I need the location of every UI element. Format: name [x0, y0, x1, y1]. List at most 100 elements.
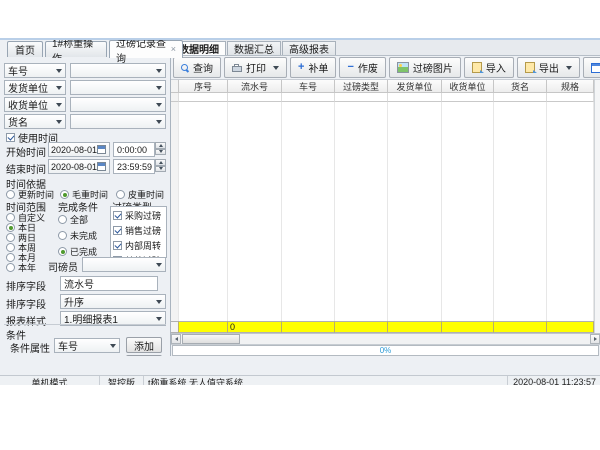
- col-seq[interactable]: 序号: [179, 80, 228, 93]
- data-grid: 序号 流水号 车号 过磅类型 发货单位 收货单位 货名 规格: [171, 80, 600, 334]
- chevron-down-icon: [273, 66, 279, 70]
- radio-icon: [58, 215, 67, 224]
- tab-weighing-operation[interactable]: 1#称重操作: [45, 41, 107, 57]
- weigh-type-box: 采购过磅 销售过磅 内部周转 其他过磅: [110, 206, 167, 258]
- field1-value-select[interactable]: [70, 63, 166, 78]
- checkbox-internal-transfer[interactable]: 内部周转: [113, 239, 166, 252]
- supplement-label: 补单: [308, 60, 328, 75]
- weigh-photos-button[interactable]: 过磅图片: [389, 57, 461, 78]
- checkbox-sales-weigh[interactable]: 销售过磅: [113, 224, 166, 237]
- col-weigh-type[interactable]: 过磅类型: [335, 80, 388, 93]
- radio-label: 本年: [18, 261, 36, 274]
- import-button[interactable]: 导入: [464, 57, 514, 78]
- delete-button-label: 删除: [134, 356, 154, 357]
- field3-value-select[interactable]: [70, 97, 166, 112]
- field2-value-select[interactable]: [70, 80, 166, 95]
- row-indicator-header: [171, 80, 179, 93]
- scrollbar-thumb[interactable]: [182, 334, 240, 344]
- status-edition: 智控版: [100, 376, 144, 385]
- import-label: 导入: [486, 60, 506, 75]
- col-goods[interactable]: 货名: [494, 80, 547, 93]
- query-button[interactable]: 查询: [173, 57, 221, 78]
- main-panel: 数据明细 数据汇总 高级报表 查询 打印 +补单 −作废 过磅图片 导入 导出 …: [171, 40, 600, 356]
- tab-record-query[interactable]: 过磅记录查询 ×: [109, 40, 183, 58]
- end-time-input[interactable]: 23:59:59: [113, 159, 155, 174]
- query-label: 查询: [193, 60, 213, 75]
- export-icon: [525, 62, 535, 73]
- chevron-down-icon: [156, 300, 162, 304]
- checkbox-label: 采购过磅: [125, 209, 161, 222]
- end-time-spinner[interactable]: [155, 159, 166, 172]
- filter-panel: 车号 发货单位 收货单位 货名 使用时间 开始时间 2020-08-01 0:0…: [0, 58, 171, 356]
- tab-home[interactable]: 首页: [7, 41, 43, 57]
- subtab-label: 数据明细: [179, 41, 219, 56]
- export-button[interactable]: 导出: [517, 57, 580, 78]
- add-condition-button[interactable]: 添加: [126, 337, 162, 353]
- condition-attr-label: 条件属性: [10, 340, 50, 355]
- start-time-value: 0:00:00: [117, 145, 147, 155]
- field1-name-select[interactable]: 车号: [4, 63, 66, 78]
- scroll-left-arrow[interactable]: [171, 334, 181, 344]
- horizontal-scrollbar[interactable]: [171, 334, 600, 345]
- sort-field-input[interactable]: 流水号: [60, 276, 158, 291]
- scroll-right-arrow[interactable]: [590, 334, 600, 344]
- col-vehicle[interactable]: 车号: [282, 80, 335, 93]
- weigher-select[interactable]: [82, 257, 166, 272]
- start-time-spinner[interactable]: [155, 142, 166, 155]
- subtab-advanced-report[interactable]: 高级报表: [282, 41, 336, 55]
- field3-name: 收货单位: [8, 97, 48, 112]
- field2-name-select[interactable]: 发货单位: [4, 80, 66, 95]
- end-time-label: 结束时间: [6, 161, 46, 176]
- radio-finish-incomplete[interactable]: 未完成: [58, 229, 97, 242]
- radio-range-year[interactable]: 本年: [6, 261, 36, 274]
- field4-value-select[interactable]: [70, 114, 166, 129]
- data-subtabs: 数据明细 数据汇总 高级报表: [171, 40, 600, 56]
- sort-order-value: 升序: [64, 294, 84, 309]
- chevron-down-icon: [156, 263, 162, 267]
- settings-button[interactable]: 设置: [583, 57, 600, 78]
- subtab-data-summary[interactable]: 数据汇总: [227, 41, 281, 55]
- scrollbar-track[interactable]: [240, 334, 590, 344]
- start-time-input[interactable]: 0:00:00: [113, 142, 155, 157]
- grid-header-row: 序号 流水号 车号 过磅类型 发货单位 收货单位 货名 规格: [171, 80, 594, 93]
- chevron-down-icon: [566, 66, 572, 70]
- close-icon[interactable]: ×: [171, 45, 176, 54]
- minus-icon: −: [347, 62, 353, 73]
- void-button[interactable]: −作废: [339, 57, 385, 78]
- sort-order-select[interactable]: 升序: [60, 294, 166, 309]
- radio-icon: [58, 231, 67, 240]
- checkbox-icon: [113, 211, 122, 220]
- status-bar: 单机模式 智控版 t称重系统,无人值守系统 2020-08-01 11:23:5…: [0, 375, 600, 385]
- chevron-down-icon: [110, 344, 116, 348]
- grid-body[interactable]: [171, 102, 594, 321]
- chevron-down-icon: [156, 120, 162, 124]
- col-spec[interactable]: 规格: [547, 80, 594, 93]
- field4-name-select[interactable]: 货名: [4, 114, 66, 129]
- checkbox-purchase-weigh[interactable]: 采购过磅: [113, 209, 166, 222]
- sort-field-label: 排序字段: [6, 278, 46, 293]
- chevron-down-icon: [156, 317, 162, 321]
- summary-count: 0: [228, 321, 282, 333]
- field3-name-select[interactable]: 收货单位: [4, 97, 66, 112]
- add-button-label: 添加: [134, 338, 154, 353]
- vertical-scrollbar[interactable]: [594, 80, 600, 333]
- col-receiver[interactable]: 收货单位: [442, 80, 494, 93]
- chevron-down-icon: [56, 86, 62, 90]
- col-serial[interactable]: 流水号: [228, 80, 282, 93]
- grid-filter-row[interactable]: [171, 93, 594, 102]
- start-time-label: 开始时间: [6, 144, 46, 159]
- radio-finish-all[interactable]: 全部: [58, 213, 88, 226]
- start-date-picker[interactable]: 2020-08-01: [48, 142, 110, 157]
- print-button[interactable]: 打印: [224, 57, 287, 78]
- supplement-button[interactable]: +补单: [290, 57, 336, 78]
- condition-attr-select[interactable]: 车号: [54, 338, 120, 353]
- divider: [4, 324, 166, 325]
- col-sender[interactable]: 发货单位: [388, 80, 442, 93]
- field1-name: 车号: [8, 63, 28, 78]
- delete-condition-button[interactable]: 删除: [126, 355, 162, 356]
- settings-icon: [591, 63, 600, 73]
- spin-down-icon[interactable]: [155, 166, 166, 173]
- export-label: 导出: [539, 60, 559, 75]
- spin-down-icon[interactable]: [155, 149, 166, 156]
- end-date-picker[interactable]: 2020-08-01: [48, 159, 110, 174]
